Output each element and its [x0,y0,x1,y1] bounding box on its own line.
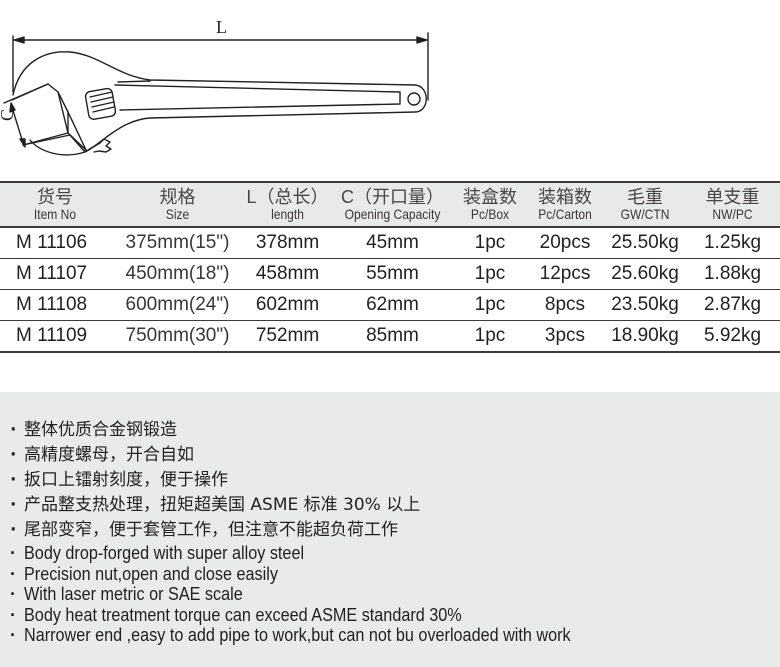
bullet-icon: · [10,584,16,605]
dimension-arrow-left [13,36,25,44]
header-nw-pc: 单支重 NW/PC [685,181,780,228]
handle-slot [114,84,401,111]
cell-gw: 25.60kg [605,258,685,290]
cell-length: 458mm [245,258,330,290]
bullet-icon: · [10,543,16,563]
cell-length: 602mm [245,289,330,321]
feature-item-cn: · 高精度螺母，开合自如 [10,443,631,468]
dimension-label-opening: C [0,109,17,121]
cell-item-no: M 11107 [0,258,110,290]
table-header-row: 货号 Item No 规格 Size L（总长） length C（开口量） Openi… [0,181,780,228]
feature-item-en: · Narrower end ,easy to add pipe to work,… [10,625,571,646]
features-list: · 整体优质合金钢锻造 · 高精度螺母，开合自如 · 扳口上镭射刻度，便于操作 · 产品… [10,418,631,646]
cell-nw: 2.87kg [685,289,780,321]
header-opening-capacity: C（开口量） Opening Capacity [330,181,455,228]
cell-nw: 1.88kg [685,258,780,290]
feature-item-en: · Body heat treatment torque can exceed A… [10,604,462,625]
cell-size: 450mm(18") [110,258,245,290]
dimension-arrow-c-bottom [19,138,26,148]
bullet-icon: · [10,495,17,515]
features-panel: · 整体优质合金钢锻造 · 高精度螺母，开合自如 · 扳口上镭射刻度，便于操作 · 产品… [0,392,780,667]
feature-item-en: · Body drop-forged with super alloy steel [10,543,305,563]
cell-pc-carton: 8pcs [525,289,605,321]
feature-item-cn: · 尾部变窄，便于套管工作，但注意不能超负荷工作 [10,518,631,543]
cell-nw: 1.25kg [685,226,780,259]
cell-opening: 85mm [330,320,455,353]
feature-item-en: · Precision nut,open and close easily [10,563,278,584]
cell-length: 752mm [245,320,330,353]
specification-table: 货号 Item No 规格 Size L（总长） length C（开口量） Openi… [0,181,780,353]
header-pc-box: 装盒数 Pc/Box [455,181,525,228]
cell-pc-box: 1pc [455,226,525,259]
cell-size: 600mm(24") [110,289,245,321]
cell-length: 378mm [245,226,330,259]
cell-item-no: M 11109 [0,320,110,353]
cell-gw: 23.50kg [605,289,685,321]
wrench-diagram-svg: L C [0,17,429,156]
bullet-icon: · [10,625,16,646]
bullet-icon: · [10,470,17,490]
table-row: M 11107 450mm(18") 458mm 55mm 1pc 12pcs … [0,258,780,290]
cell-item-no: M 11106 [0,226,110,259]
cell-opening: 62mm [330,289,455,321]
table-row: M 11108 600mm(24") 602mm 62mm 1pc 8pcs 2… [0,289,780,321]
feature-item-cn: · 整体优质合金钢锻造 [10,418,631,443]
wrench-drawing: L C [0,0,440,175]
cell-gw: 18.90kg [605,320,685,353]
header-item-no: 货号 Item No [0,181,110,228]
cell-pc-carton: 3pcs [525,320,605,353]
cell-opening: 55mm [330,258,455,290]
dimension-label-length: L [216,17,227,37]
cell-size: 750mm(30") [110,320,245,353]
bullet-icon: · [10,420,17,440]
cell-size: 375mm(15") [110,226,245,259]
cell-item-no: M 11108 [0,289,110,321]
header-size: 规格 Size [110,181,245,228]
cell-opening: 45mm [330,226,455,259]
feature-item-cn: · 扳口上镭射刻度，便于操作 [10,468,631,493]
cell-pc-box: 1pc [455,320,525,353]
table-row: M 11109 750mm(30") 752mm 85mm 1pc 3pcs 1… [0,320,780,353]
cell-pc-box: 1pc [455,289,525,321]
feature-item-en: · With laser metric or SAE scale [10,584,243,605]
bullet-icon: · [10,520,17,540]
hang-hole [407,92,421,106]
header-length: L（总长） length [245,181,330,228]
bullet-icon: · [10,563,16,584]
cell-nw: 5.92kg [685,320,780,353]
bullet-icon: · [10,445,17,465]
header-gw-ctn: 毛重 GW/CTN [605,181,685,228]
cell-pc-box: 1pc [455,258,525,290]
dimension-arrow-right [416,36,428,44]
cell-gw: 25.50kg [605,226,685,259]
bullet-icon: · [10,604,16,625]
cell-pc-carton: 12pcs [525,258,605,290]
cell-pc-carton: 20pcs [525,226,605,259]
table-row: M 11106 375mm(15") 378mm 45mm 1pc 20pcs … [0,226,780,259]
header-pc-carton: 装箱数 Pc/Carton [525,181,605,228]
feature-item-cn: · 产品整支热处理，扭矩超美国 ASME 标准 30% 以上 [10,493,631,518]
